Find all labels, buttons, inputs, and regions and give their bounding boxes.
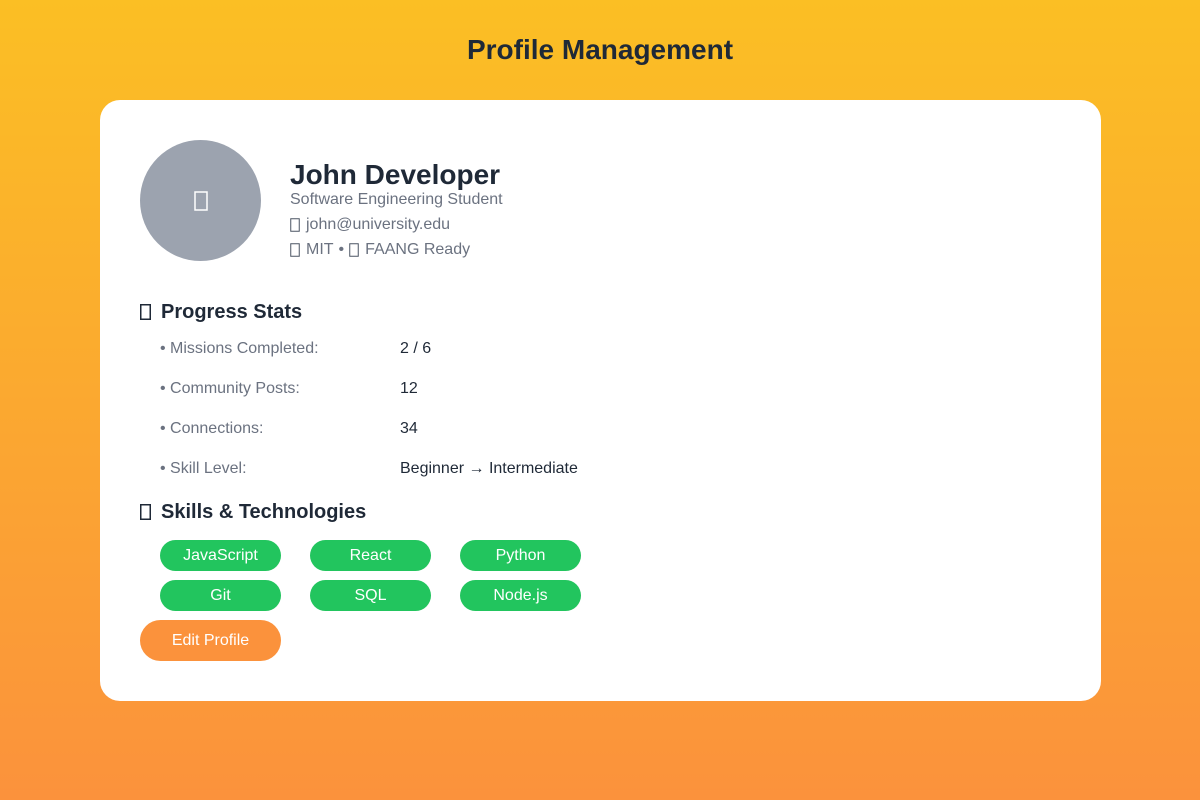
profile-school-line: MIT • FAANG Ready xyxy=(290,241,503,259)
skill-tag-javascript: JavaScript xyxy=(160,540,281,571)
skill-tag-sql: SQL xyxy=(310,580,431,611)
stat-label: • Connections: xyxy=(160,420,264,437)
profile-card: John Developer Software Engineering Stud… xyxy=(100,100,1101,701)
skill-tag-react: React xyxy=(310,540,431,571)
skills-title-text: Skills & Technologies xyxy=(161,501,367,523)
page-title: Profile Management xyxy=(466,34,734,65)
skill-tag-git: Git xyxy=(160,580,281,611)
email-icon xyxy=(290,218,300,232)
stat-row-connections: • Connections: 34 xyxy=(160,419,760,439)
skill-tag-nodejs: Node.js xyxy=(460,580,581,611)
progress-stats-title: Progress Stats xyxy=(140,300,302,324)
stat-row-skill-level: • Skill Level: Beginner → Intermediate xyxy=(160,459,760,479)
stat-label: • Community Posts: xyxy=(160,380,300,397)
skill-tag-python: Python xyxy=(460,540,581,571)
profile-school: MIT xyxy=(306,241,334,258)
edit-profile-button[interactable]: Edit Profile xyxy=(140,620,281,661)
avatar xyxy=(140,140,261,261)
separator: • xyxy=(338,241,345,258)
progress-stats-title-text: Progress Stats xyxy=(161,301,303,323)
stat-row-missions: • Missions Completed: 2 / 6 xyxy=(160,339,760,359)
stat-value: Beginner → Intermediate xyxy=(400,460,578,477)
profile-goal: FAANG Ready xyxy=(365,241,471,258)
stat-row-posts: • Community Posts: 12 xyxy=(160,379,760,399)
skills-icon xyxy=(140,504,151,520)
profile-email: john@university.edu xyxy=(306,216,451,233)
avatar-placeholder-icon xyxy=(193,190,208,211)
profile-name: John Developer xyxy=(290,159,501,190)
stat-label: • Skill Level: xyxy=(160,460,247,477)
school-icon xyxy=(290,243,300,257)
skills-title: Skills & Technologies xyxy=(140,500,366,524)
profile-info: John Developer Software Engineering Stud… xyxy=(290,158,503,259)
stat-label: • Missions Completed: xyxy=(160,340,319,357)
goal-icon xyxy=(349,243,359,257)
profile-email-line: john@university.edu xyxy=(290,216,503,234)
progress-icon xyxy=(140,304,151,320)
stat-value: 2 / 6 xyxy=(400,340,432,357)
stat-value: 34 xyxy=(400,420,418,437)
stat-value: 12 xyxy=(400,380,418,397)
profile-role: Software Engineering Student xyxy=(290,191,503,208)
